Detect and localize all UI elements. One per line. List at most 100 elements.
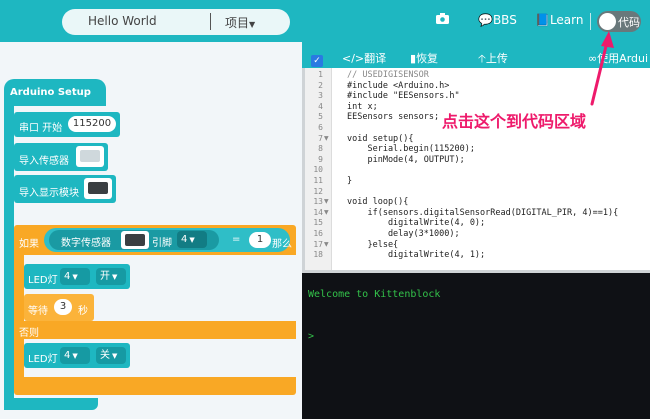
led-off-block[interactable]: LED灯 4 ▼ 关 ▼ [24, 343, 130, 368]
code-line[interactable]: pinMode(4, OUTPUT); [347, 155, 464, 165]
setup-hat-block[interactable]: Arduino Setup [4, 79, 106, 106]
book-icon: 📘 [535, 13, 550, 27]
import-display-block[interactable]: 导入显示模块 [14, 175, 116, 203]
translate-button[interactable]: </>翻译 [342, 50, 386, 66]
project-pill[interactable]: Hello World 项目▼ [62, 9, 290, 35]
line-number: 2 [318, 80, 323, 90]
upload-arrow-icon: 🡡 [478, 52, 486, 65]
serial-console[interactable]: Welcome to Kittenblock > [302, 270, 650, 419]
use-arduino-button[interactable]: ∞使用Ardui [588, 50, 648, 66]
led-state-dropdown[interactable]: 关 ▼ [96, 347, 126, 364]
code-line[interactable]: digitalWrite(4, 0); [347, 218, 485, 228]
infinity-icon: ∞ [588, 52, 598, 65]
import-sensor-label: 导入传感器 [19, 156, 69, 167]
wait-block[interactable]: 等待 3 秒 [24, 294, 94, 321]
caret-down-icon: ▼ [112, 273, 118, 281]
led-state-dropdown[interactable]: 开 ▼ [96, 268, 126, 285]
digital-sensor-block[interactable]: 数字传感器 引脚 4 ▼ [49, 230, 219, 250]
project-menu[interactable]: 项目▼ [225, 14, 255, 31]
condition-block[interactable]: 数字传感器 引脚 4 ▼ = 1 [44, 228, 290, 252]
code-toggle[interactable]: 代码 [597, 11, 641, 32]
code-editor[interactable]: 1 // USEDIGISENSOR 2 #include <Arduino.h> 3 #… [302, 68, 650, 270]
code-line[interactable]: }else{ [347, 240, 398, 250]
code-line[interactable]: #include <Arduino.h> [347, 81, 449, 91]
code-line[interactable]: delay(3*1000); [347, 229, 460, 239]
code-line[interactable]: void loop(){ [347, 197, 408, 207]
line-number: 5 [318, 112, 323, 122]
caret-down-icon: ▼ [72, 273, 78, 281]
code-line[interactable]: digitalWrite(4, 1); [347, 250, 485, 260]
import-sensor-block[interactable]: 导入传感器 [14, 143, 108, 171]
annotation-text: 点击这个到代码区域 [442, 112, 587, 131]
chat-icon: 💬 [478, 13, 493, 27]
serial-label: 串口 开始 [19, 123, 63, 134]
code-line[interactable]: if(sensors.digitalSensorRead(DIGITAL_PIR… [347, 208, 618, 218]
compare-value-input[interactable]: 1 [249, 232, 271, 248]
led-pin-dropdown[interactable]: 4 ▼ [60, 268, 90, 285]
then-label: 那么 [272, 239, 292, 250]
line-number: 7 [318, 133, 323, 143]
code-line[interactable]: EESensors sensors; [347, 112, 439, 122]
led-on-block[interactable]: LED灯 4 ▼ 开 ▼ [24, 264, 130, 289]
line-number: 10 [313, 165, 323, 175]
setup-spine [4, 106, 14, 410]
line-number: 18 [313, 250, 323, 260]
import-display-label: 导入显示模块 [19, 188, 79, 199]
code-line[interactable]: int x; [347, 102, 378, 112]
else-arm [14, 339, 24, 377]
top-separator [590, 13, 591, 30]
line-number: 1 [318, 70, 323, 79]
wait-value-input[interactable]: 3 [54, 299, 72, 315]
pir-sensor-icon[interactable] [121, 231, 149, 249]
serial-begin-block[interactable]: 串口 开始 115200 [14, 112, 120, 137]
else-bar: 否则 [14, 321, 296, 339]
fold-arrow-icon[interactable]: ▼ [324, 198, 329, 205]
if-label: 如果 [19, 239, 39, 250]
code-icon: </> [342, 52, 365, 65]
code-line[interactable]: // USEDIGISENSOR [347, 70, 429, 80]
camera-icon[interactable] [436, 12, 449, 27]
line-number: 13 [313, 197, 323, 207]
sync-checkbox[interactable]: ✓ [311, 55, 323, 67]
line-number: 16 [313, 229, 323, 238]
project-separator [210, 13, 211, 30]
line-number: 11 [313, 176, 323, 185]
setup-foot [4, 398, 98, 410]
code-line[interactable]: void setup(){ [347, 134, 414, 144]
code-line[interactable]: } [347, 176, 352, 186]
baud-input[interactable]: 115200 [68, 116, 116, 132]
project-name[interactable]: Hello World [88, 14, 157, 28]
fold-arrow-icon[interactable]: ▼ [324, 135, 329, 142]
top-bar: Hello World 项目▼ 💬BBS 📘Learn 代码 [0, 0, 650, 42]
bbs-button[interactable]: 💬BBS [478, 13, 517, 27]
learn-button[interactable]: 📘Learn [535, 13, 584, 27]
pin-dropdown[interactable]: 4 ▼ [177, 231, 207, 248]
code-line[interactable]: Serial.begin(115200); [347, 144, 474, 154]
caret-down-icon: ▼ [189, 236, 195, 244]
led-pin-dropdown[interactable]: 4 ▼ [60, 347, 90, 364]
line-number: 3 [318, 91, 323, 101]
line-number: 15 [313, 218, 323, 228]
line-number: 8 [318, 144, 323, 154]
if-else-block[interactable]: 如果 数字传感器 引脚 4 ▼ = 1 那么 [14, 225, 296, 255]
block-workspace[interactable]: Arduino Setup 串口 开始 115200 导入传感器 导入显示模块 … [0, 42, 302, 419]
fold-arrow-icon[interactable]: ▼ [324, 241, 329, 248]
restore-button[interactable]: ▮恢复 [410, 50, 438, 66]
if-arm [14, 255, 24, 321]
fold-arrow-icon[interactable]: ▼ [324, 209, 329, 216]
digital-sensor-label: 数字传感器 [61, 238, 111, 249]
else-label: 否则 [19, 328, 39, 339]
toggle-label: 代码 [618, 16, 640, 29]
console-prompt: > [308, 331, 315, 342]
upload-button[interactable]: 🡡上传 [478, 50, 508, 69]
code-line[interactable]: #include "EESensors.h" [347, 91, 460, 101]
sensor-module-icon [76, 146, 104, 167]
line-number: 14 [313, 207, 323, 217]
code-toolbar: ✓ </>翻译 ▮恢复 🡡上传 ∞使用Ardui [302, 42, 650, 68]
wait-unit: 秒 [78, 306, 88, 317]
led-label: LED灯 [28, 275, 58, 286]
line-number: 4 [318, 101, 323, 111]
if-else-foot [14, 377, 296, 395]
line-number: 17 [313, 239, 323, 249]
equals-sign: = [232, 234, 241, 245]
